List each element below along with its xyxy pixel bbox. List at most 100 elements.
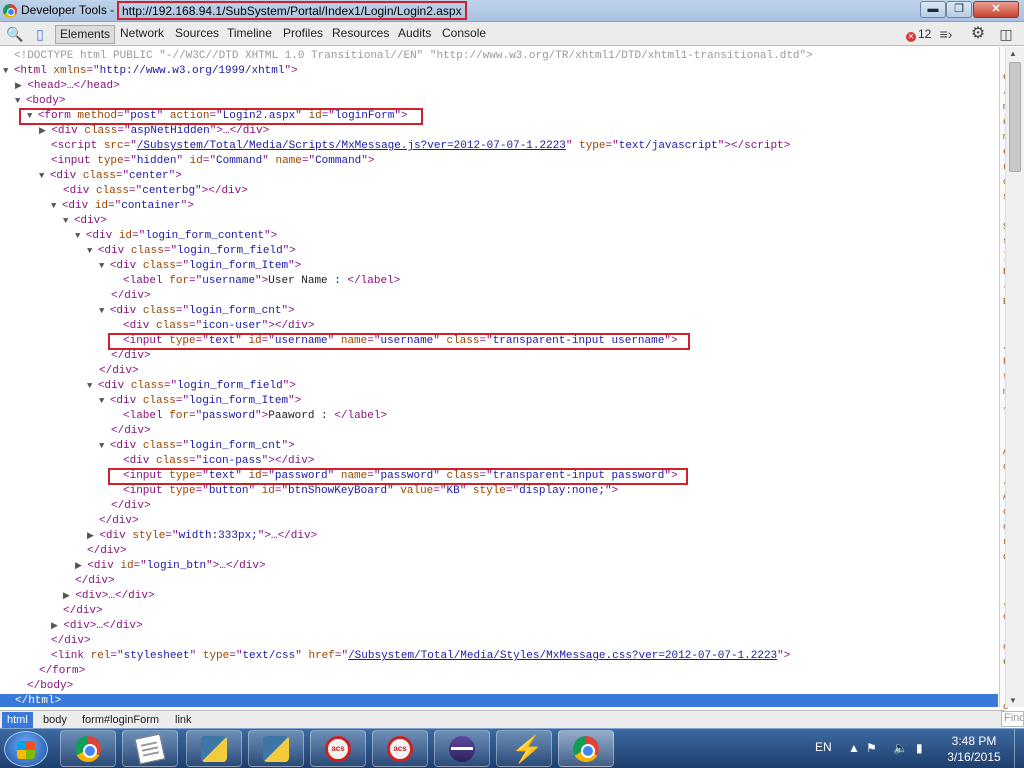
dom-node-script[interactable]: <script src="/Subsystem/Total/Media/Scri… <box>51 139 790 154</box>
start-button[interactable] <box>4 731 48 767</box>
dom-node-input-password[interactable]: <input type="text" id="password" name="p… <box>123 469 678 484</box>
taskbar-acs-1[interactable]: acs <box>310 730 366 767</box>
tab-sources[interactable]: Sources <box>171 25 223 44</box>
show-desktop-button[interactable] <box>1014 729 1024 768</box>
python-icon <box>263 736 289 762</box>
dom-node-close-form[interactable]: </form> <box>39 664 85 679</box>
dom-tree-scrollbar[interactable]: ▲ ▼ <box>1005 47 1024 707</box>
system-clock[interactable]: 3:48 PM 3/16/2015 <box>940 733 1008 765</box>
dom-node-close-div[interactable]: </div> <box>75 574 115 589</box>
lightning-bolt-icon: ⚡ <box>511 734 544 764</box>
dom-node-login-form-field[interactable]: ▼ <div class="login_form_field"> <box>87 379 296 394</box>
acs-icon: acs <box>387 736 413 762</box>
dom-node-close-div[interactable]: </div> <box>99 514 139 529</box>
close-button[interactable]: ✕ <box>973 1 1019 18</box>
taskbar-chrome-active[interactable] <box>558 730 614 767</box>
clock-time: 3:48 PM <box>951 734 997 748</box>
windows-logo-icon <box>17 741 35 759</box>
dom-node-login-form-item[interactable]: ▼ <div class="login_form_Item"> <box>99 394 301 409</box>
tray-expand-icon[interactable]: ▲ <box>848 741 860 755</box>
dom-node-login-form-field[interactable]: ▼ <div class="login_form_field"> <box>87 244 296 259</box>
dom-node-form[interactable]: ▼ <form method="post" action="Login2.asp… <box>27 109 408 124</box>
scroll-down-arrow-icon[interactable]: ▼ <box>1009 696 1017 705</box>
tab-console[interactable]: Console <box>438 25 490 44</box>
dom-node-close-div[interactable]: </div> <box>51 634 91 649</box>
dom-node-head[interactable]: ▶ <head>…</head> <box>15 79 120 94</box>
dom-node-login-form-item[interactable]: ▼ <div class="login_form_Item"> <box>99 259 301 274</box>
dom-node-close-div[interactable]: </div> <box>99 364 139 379</box>
dom-node-collapsed-div[interactable]: ▶ <div>…</div> <box>51 619 143 634</box>
chrome-icon <box>75 736 101 762</box>
error-icon: ✕ <box>906 32 916 42</box>
breadcrumb-link[interactable]: link <box>170 712 197 728</box>
dom-node-container[interactable]: ▼ <div id="container"> <box>51 199 194 214</box>
dom-node-close-div[interactable]: </div> <box>111 289 151 304</box>
volume-icon[interactable]: 🔈 <box>893 741 908 755</box>
window-title: Developer Tools - <box>21 3 115 17</box>
taskbar-notepad[interactable] <box>122 730 178 767</box>
dom-node-center[interactable]: ▼ <div class="center"> <box>39 169 182 184</box>
dom-node-collapsed-div[interactable]: ▶ <div>…</div> <box>63 589 155 604</box>
tab-audits[interactable]: Audits <box>394 25 435 44</box>
action-center-flag-icon[interactable]: ⚑ <box>866 741 877 755</box>
tab-network[interactable]: Network <box>116 25 168 44</box>
dom-node-close-div[interactable]: </div> <box>87 544 127 559</box>
dom-node-login-btn[interactable]: ▶ <div id="login_btn">…</div> <box>75 559 266 574</box>
dom-tree-panel[interactable]: <!DOCTYPE html PUBLIC "-//W3C//DTD XHTML… <box>0 47 998 707</box>
breadcrumb-form[interactable]: form#loginForm <box>77 712 164 728</box>
error-count-badge[interactable]: ✕ 12 <box>906 27 931 42</box>
taskbar-chrome[interactable] <box>60 730 116 767</box>
dom-node-centerbg[interactable]: <div class="centerbg"></div> <box>63 184 248 199</box>
dom-node-html[interactable]: ▼ <html xmlns="http://www.w3.org/1999/xh… <box>3 64 298 79</box>
tab-elements[interactable]: Elements <box>55 25 116 44</box>
window-titlebar[interactable]: Developer Tools - http://192.168.94.1/Su… <box>0 0 1024 22</box>
dom-node-close-body[interactable]: </body> <box>27 679 73 694</box>
dom-node-close-div[interactable]: </div> <box>111 499 151 514</box>
dom-node-close-div[interactable]: </div> <box>63 604 103 619</box>
language-indicator[interactable]: EN <box>815 740 832 754</box>
tab-profiles[interactable]: Profiles <box>279 25 327 44</box>
taskbar-acs-2[interactable]: acs <box>372 730 428 767</box>
dom-node-login-form-content[interactable]: ▼ <div id="login_form_content"> <box>75 229 277 244</box>
dom-node-close-div[interactable]: </div> <box>111 349 151 364</box>
taskbar-lightning[interactable]: ⚡ <box>496 730 552 767</box>
dom-node-command-input[interactable]: <input type="hidden" id="Command" name="… <box>51 154 375 169</box>
page-url: http://192.168.94.1/SubSystem/Portal/Ind… <box>117 1 467 20</box>
scrollbar-thumb[interactable] <box>1009 62 1021 172</box>
chrome-logo-icon <box>3 4 17 18</box>
taskbar-python-2[interactable] <box>248 730 304 767</box>
dom-node-aspnethidden[interactable]: ▶ <div class="aspNetHidden">…</div> <box>39 124 269 139</box>
dom-node-close-html-selected[interactable]: </html> <box>0 694 998 707</box>
dom-node-div[interactable]: ▼ <div> <box>63 214 107 229</box>
tab-timeline[interactable]: Timeline <box>223 25 276 44</box>
taskbar-python-1[interactable] <box>186 730 242 767</box>
tab-resources[interactable]: Resources <box>328 25 393 44</box>
breadcrumb-html[interactable]: html <box>2 712 33 728</box>
dock-side-icon[interactable]: ◫ <box>996 25 1016 43</box>
network-icon[interactable]: ▮ <box>916 741 923 755</box>
dom-node-login-form-cnt[interactable]: ▼ <div class="login_form_cnt"> <box>99 439 295 454</box>
breadcrumb: html body form#loginForm link <box>0 710 1005 728</box>
settings-gear-icon[interactable]: ⚙ <box>968 25 988 43</box>
maximize-button[interactable]: ❐ <box>946 1 972 18</box>
dom-node-icon-user[interactable]: <div class="icon-user"></div> <box>123 319 314 334</box>
execute-icon[interactable]: ≡› <box>937 25 955 43</box>
minimize-button[interactable]: ▬ <box>920 1 946 18</box>
device-mode-icon[interactable]: ▯ <box>32 25 48 43</box>
breadcrumb-body[interactable]: body <box>38 712 72 728</box>
search-icon[interactable]: 🔍 <box>6 25 24 43</box>
dom-node-link[interactable]: <link rel="stylesheet" type="text/css" h… <box>51 649 790 664</box>
dom-node-label-password[interactable]: <label for="password">Paaword : </label> <box>123 409 387 424</box>
devtools-toolbar: 🔍 ▯ Elements Network Sources Timeline Pr… <box>0 22 1024 46</box>
dom-node-label-username[interactable]: <label for="username">User Name : </labe… <box>123 274 400 289</box>
dom-node-close-div[interactable]: </div> <box>111 424 151 439</box>
find-input[interactable]: Find <box>1001 711 1024 727</box>
scroll-up-arrow-icon[interactable]: ▲ <box>1009 49 1017 58</box>
dom-node-body[interactable]: ▼ <body> <box>15 94 65 109</box>
dom-node-login-form-cnt[interactable]: ▼ <div class="login_form_cnt"> <box>99 304 295 319</box>
dom-node-input-username[interactable]: <input type="text" id="username" name="u… <box>123 334 678 349</box>
dom-node-input-keyboard[interactable]: <input type="button" id="btnShowKeyBoard… <box>123 484 618 499</box>
taskbar-eclipse[interactable] <box>434 730 490 767</box>
dom-node-icon-pass[interactable]: <div class="icon-pass"></div> <box>123 454 314 469</box>
dom-node-width-div[interactable]: ▶ <div style="width:333px;">…</div> <box>87 529 317 544</box>
